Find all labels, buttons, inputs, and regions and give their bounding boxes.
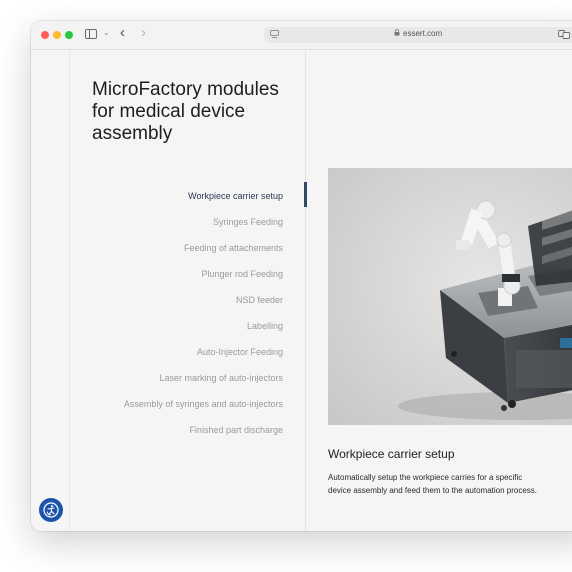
module-item[interactable]: Auto-Injector Feeding <box>71 345 283 371</box>
zoom-window-button[interactable] <box>65 31 73 39</box>
microfactory-machine-image <box>328 168 572 425</box>
detail-description: Automatically setup the workpiece carrie… <box>328 473 538 495</box>
detail-title: Workpiece carrier setup <box>328 447 455 461</box>
left-gutter-line <box>69 50 70 531</box>
lock-icon <box>394 29 400 36</box>
page-title: MicroFactory modules for medical device … <box>92 79 279 144</box>
module-item[interactable]: Assembly of syringes and auto-injectors <box>71 397 283 423</box>
page-content: MicroFactory modules for medical device … <box>31 50 572 531</box>
forward-button[interactable]: › <box>141 24 146 42</box>
browser-toolbar: ⌄ ‹ › essert.com <box>31 21 572 50</box>
column-divider <box>305 50 306 531</box>
machine-photo <box>328 168 572 425</box>
translate-icon[interactable] <box>558 30 570 39</box>
module-item[interactable]: Feeding of attachements <box>71 241 283 267</box>
module-item[interactable]: Labelling <box>71 319 283 345</box>
module-item[interactable]: Syringes Feeding <box>71 215 283 241</box>
minimize-window-button[interactable] <box>53 31 61 39</box>
browser-window: ⌄ ‹ › essert.com MicroFactory modules fo… <box>31 21 572 531</box>
module-list: Workpiece carrier setup Syringes Feeding F… <box>71 189 283 449</box>
back-button[interactable]: ‹ <box>120 24 125 42</box>
page-settings-icon[interactable] <box>270 30 279 39</box>
url-text: essert.com <box>394 29 442 38</box>
close-window-button[interactable] <box>41 31 49 39</box>
module-item[interactable]: Laser marking of auto-injectors <box>71 371 283 397</box>
active-item-indicator <box>304 182 307 207</box>
chevron-down-icon[interactable]: ⌄ <box>103 28 110 37</box>
accessibility-button[interactable] <box>39 498 63 522</box>
url-label: essert.com <box>403 29 443 38</box>
accessibility-icon <box>43 502 59 518</box>
module-item[interactable]: NSD feeder <box>71 293 283 319</box>
module-item[interactable]: Workpiece carrier setup <box>71 189 283 215</box>
sidebar-toggle-icon[interactable] <box>85 29 97 39</box>
module-item[interactable]: Finished part discharge <box>71 423 283 449</box>
address-bar[interactable]: essert.com <box>264 27 572 43</box>
module-item[interactable]: Plunger rod Feeding <box>71 267 283 293</box>
